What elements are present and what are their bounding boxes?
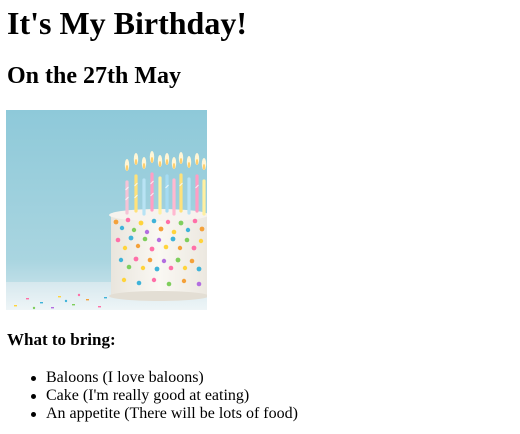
birthday-cake-image xyxy=(6,110,207,310)
bullet-icon xyxy=(31,394,36,399)
bullet-icon xyxy=(31,376,36,381)
list-item-text: An appetite (There will be lots of food) xyxy=(46,405,298,422)
page-subtitle: On the 27th May xyxy=(7,63,181,89)
bullet-icon xyxy=(31,412,36,417)
bring-list: Baloons (I love baloons) Cake (I'm reall… xyxy=(6,369,298,423)
list-item-text: Baloons (I love baloons) xyxy=(46,369,204,386)
bring-heading: What to bring: xyxy=(7,330,116,349)
page-title: It's My Birthday! xyxy=(7,5,247,41)
list-item: Cake (I'm really good at eating) xyxy=(31,387,298,405)
list-item: An appetite (There will be lots of food) xyxy=(31,405,298,423)
list-item: Baloons (I love baloons) xyxy=(31,369,298,387)
list-item-text: Cake (I'm really good at eating) xyxy=(46,387,250,404)
